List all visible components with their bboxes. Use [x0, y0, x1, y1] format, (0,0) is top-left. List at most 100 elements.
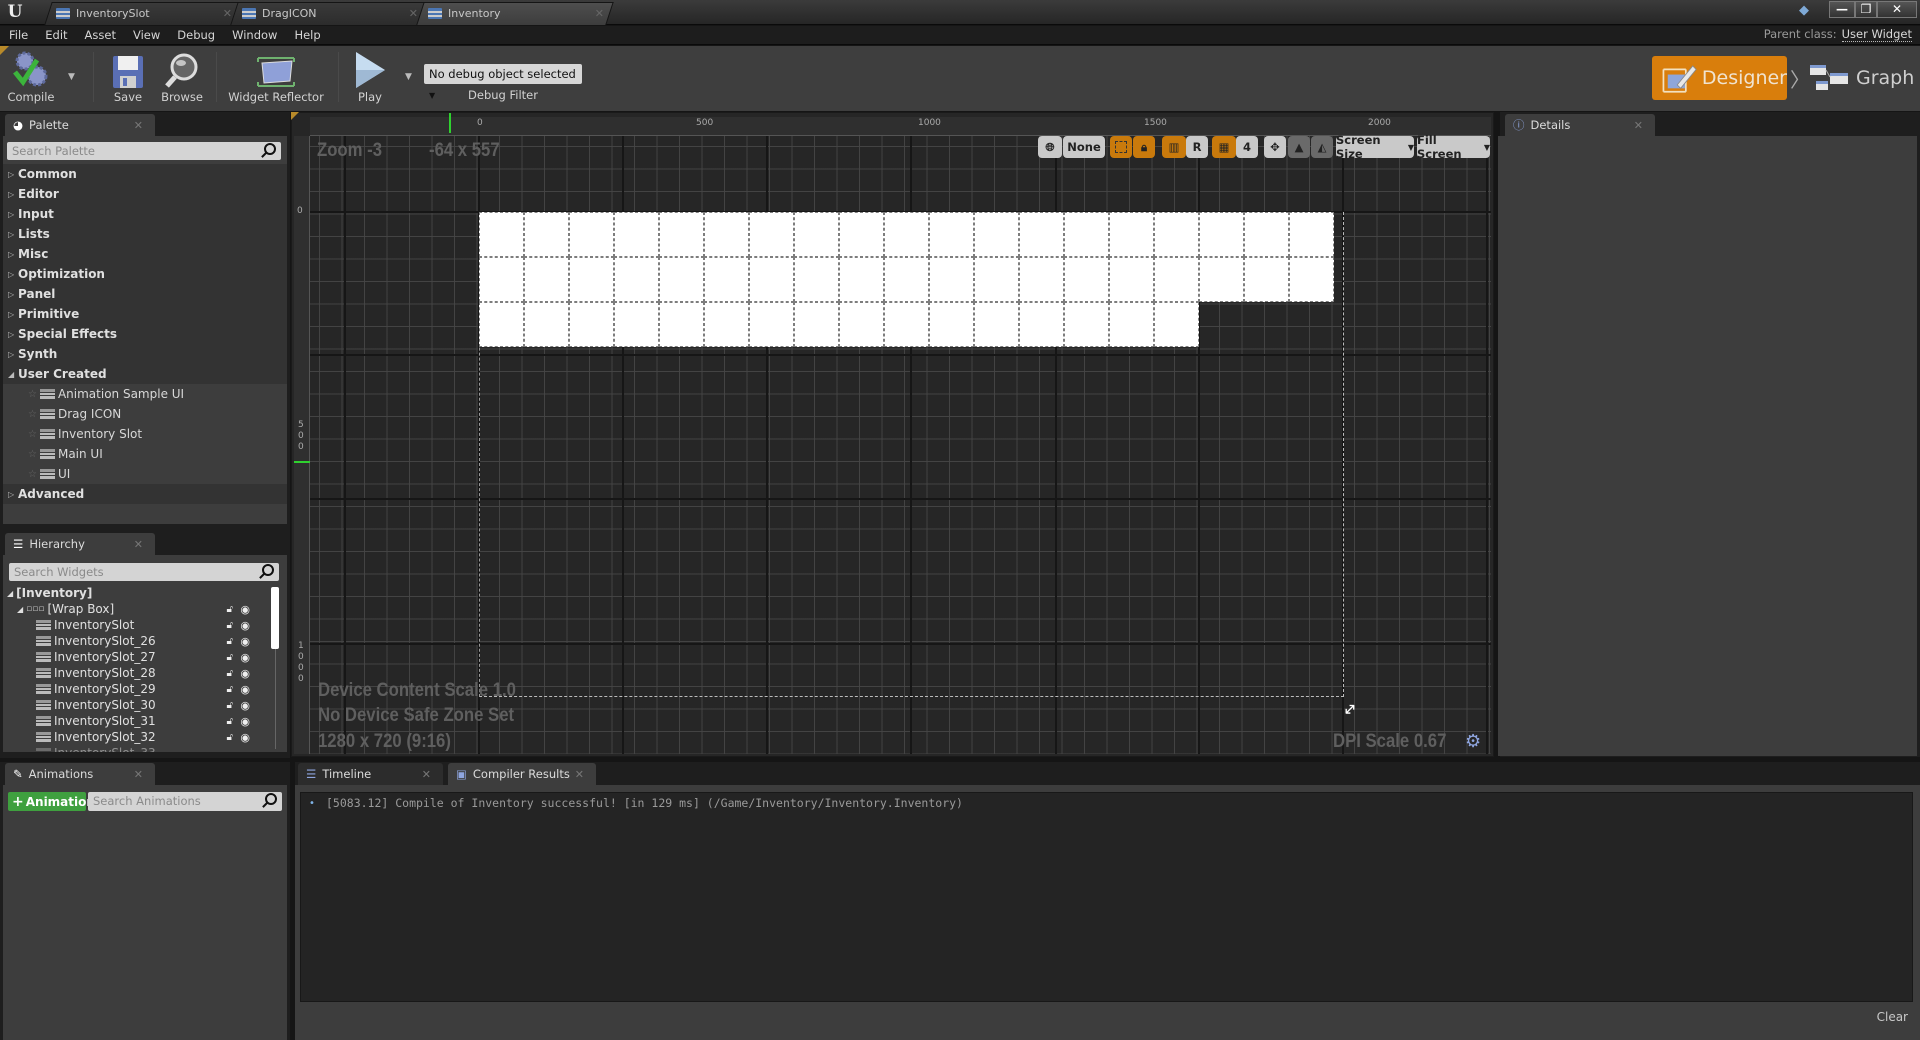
- eye-icon[interactable]: ◉: [240, 651, 250, 664]
- tree-item-slot[interactable]: InventorySlot_32 🔓︎ ◉: [3, 729, 273, 745]
- inventory-slot-preview[interactable]: [884, 212, 929, 257]
- inventory-slot-preview[interactable]: [614, 257, 659, 302]
- fill-screen-select[interactable]: Fill Screen ▼: [1417, 133, 1490, 161]
- eye-icon[interactable]: ◉: [240, 619, 250, 632]
- close-icon[interactable]: ✕: [422, 768, 431, 781]
- unreal-logo-icon[interactable]: U: [4, 1, 26, 23]
- star-icon[interactable]: ☆: [28, 449, 37, 460]
- inventory-slot-preview[interactable]: [704, 257, 749, 302]
- learn-icon[interactable]: ◆: [1799, 4, 1817, 18]
- close-icon[interactable]: ✕: [409, 7, 418, 20]
- zoom-to-fit-button[interactable]: ✥: [1264, 136, 1286, 158]
- inventory-slot-preview[interactable]: [929, 212, 974, 257]
- inventory-slot-preview[interactable]: [884, 257, 929, 302]
- palette-category-optimization[interactable]: ▷ Optimization: [3, 264, 287, 284]
- unlock-icon[interactable]: 🔓︎: [227, 668, 233, 679]
- inventory-slot-preview[interactable]: [1019, 302, 1064, 347]
- grid-snap-toggle[interactable]: ▦: [1212, 136, 1236, 158]
- unlock-icon[interactable]: 🔓︎: [227, 684, 233, 695]
- debug-object-select[interactable]: No debug object selected ▼: [424, 64, 582, 100]
- tree-item-slot[interactable]: InventorySlot_30 🔓︎ ◉: [3, 697, 273, 713]
- eye-icon[interactable]: ◉: [240, 731, 250, 744]
- browse-button[interactable]: Browse: [158, 48, 206, 106]
- inventory-slot-preview[interactable]: [704, 212, 749, 257]
- hierarchy-scrollbar-track[interactable]: [275, 649, 276, 749]
- palette-category-special-effects[interactable]: ▷ Special Effects: [3, 324, 287, 344]
- localization-preview-select[interactable]: None: [1063, 136, 1105, 158]
- inventory-slot-preview[interactable]: [479, 212, 524, 257]
- tree-item-slot[interactable]: InventorySlot_31 🔓︎ ◉: [3, 713, 273, 729]
- eye-icon[interactable]: ◉: [240, 715, 250, 728]
- inventory-slot-preview[interactable]: [614, 302, 659, 347]
- grid-snap-value[interactable]: 4: [1236, 136, 1258, 158]
- menu-edit[interactable]: Edit: [45, 28, 67, 42]
- inventory-slot-preview[interactable]: [1019, 257, 1064, 302]
- inventory-slot-preview[interactable]: [839, 257, 884, 302]
- inventory-slot-preview[interactable]: [1199, 257, 1244, 302]
- save-button[interactable]: Save: [108, 48, 148, 106]
- inventory-slot-preview[interactable]: [749, 302, 794, 347]
- play-options-caret[interactable]: ▼: [405, 72, 412, 82]
- inventory-slot-preview[interactable]: [1109, 212, 1154, 257]
- palette-category-lists[interactable]: ▷ Lists: [3, 224, 287, 244]
- inventory-slot-preview[interactable]: [1109, 302, 1154, 347]
- close-icon[interactable]: ✕: [1634, 119, 1643, 132]
- menu-debug[interactable]: Debug: [177, 28, 215, 42]
- inventory-slot-preview[interactable]: [1064, 257, 1109, 302]
- star-icon[interactable]: ☆: [28, 389, 37, 400]
- eye-icon[interactable]: ◉: [240, 603, 250, 616]
- menu-asset[interactable]: Asset: [85, 28, 116, 42]
- palette-item-inventory-slot[interactable]: ☆ Inventory Slot: [3, 424, 287, 444]
- inventory-slot-preview[interactable]: [974, 302, 1019, 347]
- inventory-slot-preview[interactable]: [974, 257, 1019, 302]
- palette-category-primitive[interactable]: ▷ Primitive: [3, 304, 287, 324]
- palette-category-common[interactable]: ▷ Common: [3, 164, 287, 184]
- close-icon[interactable]: ✕: [595, 7, 604, 20]
- tree-item-wrap-box[interactable]: ◢ ▫▫▫ [Wrap Box] 🔓︎ ◉: [3, 601, 273, 617]
- screen-size-select[interactable]: Screen Size ▼: [1336, 133, 1414, 161]
- eye-icon[interactable]: ◉: [240, 667, 250, 680]
- inventory-slot-preview[interactable]: [1289, 257, 1334, 302]
- lock-toggle[interactable]: 🔒︎: [1133, 136, 1155, 158]
- flip-toggle[interactable]: ◭: [1311, 136, 1333, 158]
- inventory-slot-preview[interactable]: [569, 302, 614, 347]
- unlock-icon[interactable]: 🔓︎: [227, 636, 233, 647]
- star-icon[interactable]: ☆: [28, 409, 37, 420]
- compile-button[interactable]: Compile: [4, 48, 58, 106]
- inventory-slot-preview[interactable]: [659, 257, 704, 302]
- inventory-slot-preview[interactable]: [1154, 212, 1199, 257]
- palette-item-ui[interactable]: ☆ UI: [3, 464, 287, 484]
- unlock-icon[interactable]: 🔓︎: [227, 732, 233, 743]
- parent-class-link[interactable]: User Widget: [1841, 27, 1912, 42]
- play-button[interactable]: Play: [348, 48, 392, 106]
- add-animation-button[interactable]: + Animation: [8, 792, 95, 811]
- inventory-slot-preview[interactable]: [659, 302, 704, 347]
- palette-search-input[interactable]: Search Palette: [7, 142, 281, 160]
- inventory-slot-preview[interactable]: [749, 212, 794, 257]
- close-icon[interactable]: ✕: [575, 768, 584, 781]
- palette-tab[interactable]: ◕ Palette ✕: [5, 114, 155, 136]
- eye-icon[interactable]: ◉: [240, 699, 250, 712]
- inventory-slot-preview[interactable]: [1154, 257, 1199, 302]
- inventory-slot-preview[interactable]: [1064, 212, 1109, 257]
- hierarchy-search-input[interactable]: Search Widgets: [9, 563, 279, 581]
- inventory-slot-preview[interactable]: [479, 257, 524, 302]
- inventory-slot-preview[interactable]: [794, 302, 839, 347]
- doc-tab-dragicon[interactable]: DragICON ✕: [242, 2, 422, 25]
- inventory-slot-preview[interactable]: [704, 302, 749, 347]
- palette-category-misc[interactable]: ▷ Misc: [3, 244, 287, 264]
- doc-tab-inventoryslot[interactable]: InventorySlot ✕: [56, 2, 236, 25]
- background-image-toggle[interactable]: ▲: [1288, 136, 1310, 158]
- palette-category-panel[interactable]: ▷ Panel: [3, 284, 287, 304]
- menu-help[interactable]: Help: [294, 28, 320, 42]
- inventory-slot-preview[interactable]: [1064, 302, 1109, 347]
- tree-item-slot[interactable]: InventorySlot 🔓︎ ◉: [3, 617, 273, 633]
- inventory-slot-preview[interactable]: [524, 212, 569, 257]
- inventory-slot-preview[interactable]: [1019, 212, 1064, 257]
- palette-category-advanced[interactable]: ▷ Advanced: [3, 484, 287, 504]
- close-icon[interactable]: ✕: [223, 7, 232, 20]
- inventory-slot-preview[interactable]: [1109, 257, 1154, 302]
- localization-globe-button[interactable]: 🌐︎: [1038, 136, 1062, 158]
- tree-item-inventory[interactable]: ◢ [Inventory]: [3, 585, 273, 601]
- inventory-slot-preview[interactable]: [1199, 212, 1244, 257]
